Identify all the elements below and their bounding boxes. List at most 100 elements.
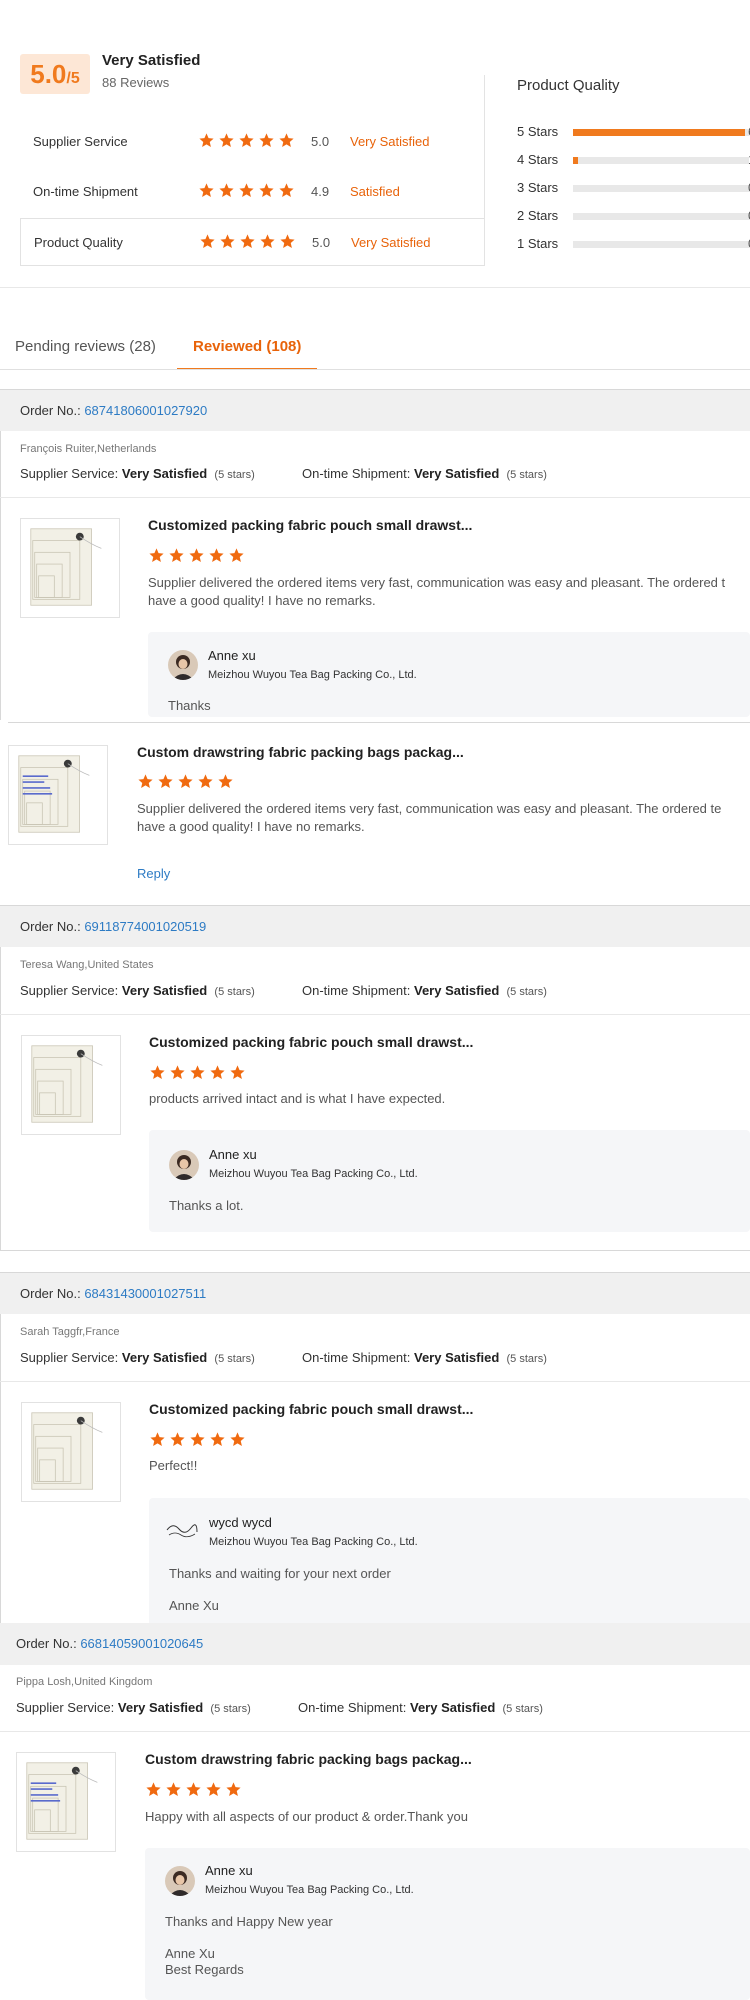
order-divider (0, 1731, 750, 1732)
reply-company: Meizhou Wuyou Tea Bag Packing Co., Ltd. (205, 1884, 414, 1896)
star-icon (205, 1781, 222, 1798)
star-icon (149, 1431, 166, 1448)
review-text: Happy with all aspects of our product & … (145, 1808, 468, 1826)
product-thumbnail[interactable] (16, 1752, 116, 1852)
reply-author: Anne xu (208, 648, 256, 663)
overall-satisfaction: Very Satisfied (102, 52, 201, 69)
metric-value: 5.0 (311, 134, 330, 149)
avatar (165, 1866, 195, 1896)
ontime-shipment-rating: On-time Shipment: Very Satisfied (5 star… (302, 1350, 547, 1365)
order-divider (0, 1014, 750, 1015)
star-icon (278, 182, 295, 199)
product-thumbnail[interactable] (21, 1035, 121, 1135)
tabs-divider (0, 369, 750, 370)
order-number-link[interactable]: 68431430001027511 (84, 1286, 206, 1301)
product-title-link[interactable]: Customized packing fabric pouch small dr… (149, 1401, 473, 1417)
star-rating (145, 1781, 245, 1799)
ontime-shipment-rating: On-time Shipment: Very Satisfied (5 star… (298, 1700, 543, 1715)
metric-label: Product Quality (34, 235, 123, 250)
supplier-reply: Anne xu Meizhou Wuyou Tea Bag Packing Co… (145, 1848, 750, 2000)
item-divider (8, 722, 750, 723)
star-icon (165, 1781, 182, 1798)
star-icon (279, 233, 296, 250)
ontime-shipment-rating: On-time Shipment: Very Satisfied (5 star… (302, 466, 547, 481)
product-title-link[interactable]: Custom drawstring fabric packing bags pa… (137, 744, 464, 760)
product-title-link[interactable]: Custom drawstring fabric packing bags pa… (145, 1751, 472, 1767)
order-bottom-border (0, 1250, 750, 1251)
bar-track (573, 157, 749, 164)
review-text: Supplier delivered the ordered items ver… (148, 574, 725, 610)
order-divider (0, 497, 750, 498)
star-rating (198, 182, 298, 199)
star-icon (209, 1064, 226, 1081)
avatar (168, 650, 198, 680)
text-line: have a good quality! I have no remarks. (148, 593, 376, 608)
quality-bar-1: 1 Stars0 (517, 236, 750, 251)
tab-pending-reviews[interactable]: Pending reviews (28) (15, 338, 156, 355)
order-header: Order No.: 68741806001027920 (0, 389, 750, 431)
reply-company: Meizhou Wuyou Tea Bag Packing Co., Ltd. (209, 1168, 418, 1180)
star-icon (197, 773, 214, 790)
star-icon (189, 1431, 206, 1448)
star-icon (148, 547, 165, 564)
reply-link[interactable]: Reply (137, 866, 170, 881)
review-text: Supplier delivered the ordered items ver… (137, 800, 721, 836)
reply-company: Meizhou Wuyou Tea Bag Packing Co., Ltd. (209, 1536, 418, 1548)
order-number-link[interactable]: 66814059001020645 (80, 1636, 203, 1651)
supplier-reply: wycd wycd Meizhou Wuyou Tea Bag Packing … (149, 1498, 750, 1626)
star-icon (217, 773, 234, 790)
text-line: Supplier delivered the ordered items ver… (148, 575, 726, 590)
star-icon (229, 1064, 246, 1081)
star-icon (228, 547, 245, 564)
order-border (0, 390, 1, 720)
star-rating (149, 1431, 249, 1449)
metric-product-quality[interactable]: Product Quality 5.0 Very Satisfied (20, 218, 485, 266)
order-number-link[interactable]: 69118774001020519 (84, 919, 206, 934)
star-icon (218, 182, 235, 199)
star-icon (259, 233, 276, 250)
reply-message: Thanks and waiting for your next order A… (169, 1566, 391, 1614)
star-icon (149, 1064, 166, 1081)
bar-label: 2 Stars (517, 208, 559, 223)
product-thumbnail[interactable] (21, 1402, 121, 1502)
star-icon (239, 233, 256, 250)
text-line: have a good quality! I have no remarks. (137, 819, 365, 834)
text-line: Anne Xu (169, 1598, 219, 1613)
tab-reviewed[interactable]: Reviewed (108) (193, 338, 301, 355)
review-text: products arrived intact and is what I ha… (149, 1090, 445, 1108)
star-icon (208, 547, 225, 564)
quality-bar-5: 5 Stars6 (517, 124, 750, 139)
text-line: products arrived intact and is what I ha… (149, 1091, 446, 1106)
quality-bar-2: 2 Stars0 (517, 208, 750, 223)
overall-score: 5.0 (30, 59, 67, 89)
order-divider (0, 1381, 750, 1382)
metric-ontime-shipment: On-time Shipment 4.9 Satisfied (20, 168, 485, 216)
text-line: Perfect!! (149, 1458, 198, 1473)
ontime-shipment-rating: On-time Shipment: Very Satisfied (5 star… (302, 983, 547, 998)
supplier-service-rating: Supplier Service: Very Satisfied (5 star… (20, 466, 255, 481)
avatar (165, 1520, 199, 1540)
reply-message: Thanks a lot. (169, 1198, 243, 1214)
product-title-link[interactable]: Customized packing fabric pouch small dr… (149, 1034, 473, 1050)
bar-label: 1 Stars (517, 236, 559, 251)
quality-bar-4: 4 Stars1 (517, 152, 750, 167)
order-number-link[interactable]: 68741806001027920 (84, 403, 207, 418)
text-line (169, 1582, 391, 1598)
star-icon (258, 132, 275, 149)
supplier-reply: Anne xu Meizhou Wuyou Tea Bag Packing Co… (148, 632, 750, 717)
product-title-link[interactable]: Customized packing fabric pouch small dr… (148, 517, 472, 533)
reply-company: Meizhou Wuyou Tea Bag Packing Co., Ltd. (208, 669, 417, 681)
order-header: Order No.: 68431430001027511 (0, 1272, 750, 1314)
reply-message: Thanks and Happy New year Anne Xu Best Re… (165, 1914, 333, 1978)
text-line (165, 1930, 333, 1946)
text-line: Anne Xu (165, 1946, 215, 1961)
product-thumbnail[interactable] (8, 745, 108, 845)
star-icon (238, 132, 255, 149)
product-thumbnail[interactable] (20, 518, 120, 618)
star-icon (157, 773, 174, 790)
supplier-service-rating: Supplier Service: Very Satisfied (5 star… (20, 1350, 255, 1365)
star-rating (148, 547, 248, 565)
buyer-name: Sarah Taggfr,France (20, 1326, 120, 1338)
order-border (0, 1273, 1, 1628)
review-count: 88 Reviews (102, 75, 170, 90)
